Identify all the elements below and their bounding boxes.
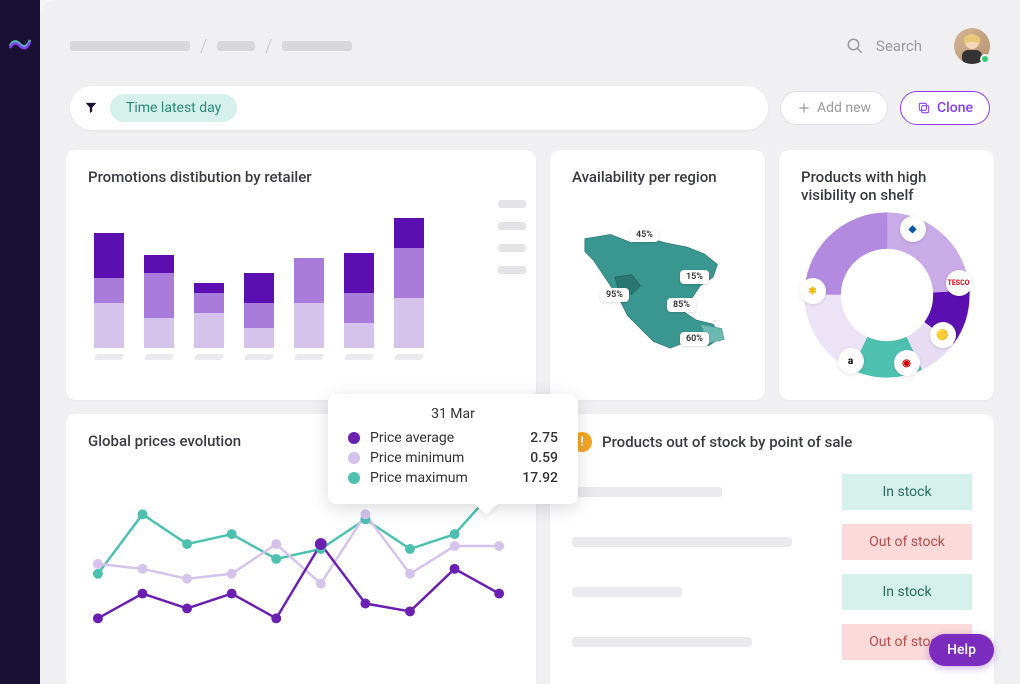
card-visibility: Products with high visibility on shelf ◆… [779,150,994,400]
breadcrumb-separator: / [200,36,207,57]
toolbar: Time latest day Add new Clone [40,74,1020,142]
stock-row: In stock [572,574,972,610]
map-label: 85% [667,298,696,312]
clone-label: Clone [937,100,973,116]
brand-lidl-icon: 🟡 [930,322,956,348]
status-dot-online [980,54,990,64]
donut-chart[interactable]: ◆ TESCO 🟡 ◉ a ✱ [802,210,972,380]
brand-tesco-icon: TESCO [946,270,972,296]
sidebar [0,0,40,684]
dashboard-grid: Promotions distibution by retailer Avail… [40,142,1020,684]
brand-amazon-icon: a [838,348,864,374]
tooltip-date: 31 Mar [348,406,558,422]
stock-badge-in: In stock [842,474,972,510]
breadcrumb: / / [70,36,834,57]
stock-badge-out: Out of stock [842,524,972,560]
card-availability: Availability per region 45% 15% 95% 85% … [550,150,765,400]
clone-button[interactable]: Clone [900,91,990,125]
search-placeholder: Search [876,37,922,55]
help-button[interactable]: Help [929,634,994,666]
chart-tooltip: 31 Mar Price average2.75 Price minimum0.… [328,394,578,504]
card-title: Availability per region [572,168,743,186]
breadcrumb-item[interactable] [70,41,190,51]
brand-walmart-icon: ✱ [800,278,826,304]
map-label: 95% [600,288,629,302]
filter-icon[interactable] [84,99,98,118]
avatar[interactable] [954,28,990,64]
map-label: 15% [680,270,709,284]
topbar: / / Search [40,0,1020,74]
breadcrumb-item[interactable] [282,41,352,51]
stock-row: Out of stock [572,524,972,560]
filter-chip-time[interactable]: Time latest day [110,94,237,122]
card-promotions: Promotions distibution by retailer [66,150,536,400]
search[interactable]: Search [846,37,922,55]
prices-line-chart[interactable]: 31 Mar Price average2.75 Price minimum0.… [88,464,514,634]
search-icon [846,37,864,55]
stock-row: Out of stock [572,624,972,660]
brand-carrefour-icon: ◆ [900,216,926,242]
map-label: 45% [630,228,659,242]
add-new-label: Add new [817,100,871,116]
copy-icon [917,101,931,115]
plus-icon [797,101,811,115]
card-stock: ! Products out of stock by point of sale… [550,414,994,684]
breadcrumb-item[interactable] [217,41,255,51]
card-title: Products out of stock by point of sale [602,433,852,451]
brand-target-icon: ◉ [894,350,920,376]
stock-row: In stock [572,474,972,510]
card-prices: Global prices evolution [66,414,536,684]
map-label: 60% [680,332,709,346]
legend-placeholder [498,200,526,274]
stock-badge-in: In stock [842,574,972,610]
main-panel: / / Search Time latest day [40,0,1020,684]
breadcrumb-separator: / [265,36,272,57]
card-title: Products with high visibility on shelf [801,168,972,204]
logo [8,30,32,54]
card-title: Promotions distibution by retailer [88,168,514,186]
filter-bar: Time latest day [70,86,768,130]
add-new-button[interactable]: Add new [780,91,888,125]
mexico-map[interactable]: 45% 15% 95% 85% 60% [572,200,743,380]
promotions-bar-chart[interactable] [88,200,514,360]
